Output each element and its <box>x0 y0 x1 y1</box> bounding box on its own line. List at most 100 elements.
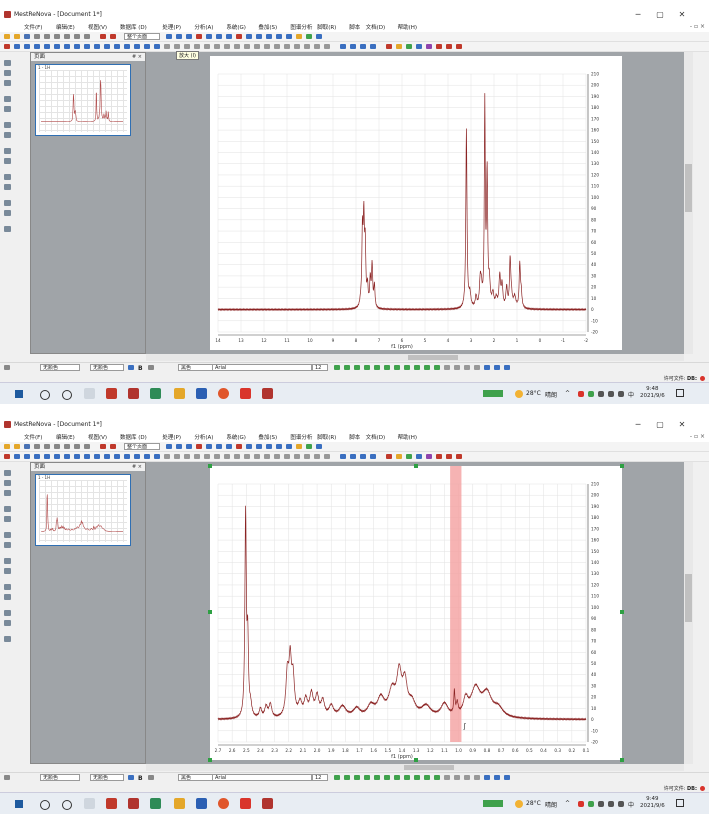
text-tool-icon[interactable] <box>34 44 40 49</box>
rectangle-tool-icon[interactable] <box>64 454 70 459</box>
lock-icon[interactable] <box>164 44 170 49</box>
grid-icon[interactable] <box>14 454 20 459</box>
undo-icon[interactable] <box>74 444 80 449</box>
ruler-tool-icon[interactable] <box>334 365 340 370</box>
image-tool-icon[interactable] <box>104 454 110 459</box>
save-icon[interactable] <box>24 444 30 449</box>
color-green-icon[interactable] <box>406 454 412 459</box>
verify-icon[interactable] <box>350 44 356 49</box>
view-icon[interactable] <box>504 365 510 370</box>
baseline-correct-icon[interactable] <box>4 132 11 138</box>
menu-item[interactable]: 分析(A) <box>194 433 213 441</box>
brush-icon[interactable] <box>4 610 11 616</box>
battery-tray-icon[interactable] <box>598 391 604 397</box>
word-icon[interactable] <box>196 388 207 399</box>
reference-icon[interactable] <box>246 444 252 449</box>
align-right-icon[interactable] <box>234 44 240 49</box>
menu-item[interactable]: 系统(G) <box>226 433 246 441</box>
menu-item[interactable]: 叠加(S) <box>258 433 277 441</box>
bring-front-icon[interactable] <box>194 44 200 49</box>
horizontal-scrollbar[interactable] <box>146 354 684 361</box>
menu-item[interactable]: 编辑(E) <box>56 433 75 441</box>
ring-icon[interactable] <box>374 775 380 780</box>
font-color-combo[interactable]: 黑色 <box>178 774 214 781</box>
table-view-icon[interactable] <box>4 80 11 86</box>
menu-item[interactable]: 叠加(S) <box>258 23 277 31</box>
page-setup-icon[interactable] <box>294 454 300 459</box>
marker-icon[interactable] <box>436 454 442 459</box>
ellipse-tool-icon[interactable] <box>74 454 80 459</box>
formula-tool-icon[interactable] <box>124 454 130 459</box>
zoom-combo[interactable]: 整个页面 <box>124 33 160 40</box>
peak-pick-icon[interactable] <box>196 34 202 39</box>
menu-item[interactable]: 脚取(R) <box>317 433 336 441</box>
bond-icon[interactable] <box>394 365 400 370</box>
arrange-tool-icon[interactable] <box>154 454 160 459</box>
menu-item[interactable]: 脚本 <box>349 23 360 31</box>
close-button[interactable]: ✕ <box>674 9 690 21</box>
menu-item[interactable]: 文档(D) <box>366 23 386 31</box>
phase-icon[interactable] <box>236 444 242 449</box>
table-tool-icon[interactable] <box>114 454 120 459</box>
brush-icon[interactable] <box>4 200 11 206</box>
assign-icon[interactable] <box>360 44 366 49</box>
copy-icon[interactable] <box>54 444 60 449</box>
settings-icon[interactable] <box>4 636 11 642</box>
mnova-taskbar-icon[interactable] <box>128 798 139 809</box>
atom-icon[interactable] <box>384 775 390 780</box>
fit-icon-2[interactable] <box>494 365 500 370</box>
pan-icon[interactable] <box>186 444 192 449</box>
system-clock[interactable]: 9:49 2021/9/6 <box>640 796 665 810</box>
mnova-taskbar-icon[interactable] <box>128 388 139 399</box>
windows-start-icon[interactable] <box>15 390 23 398</box>
color-orange-icon[interactable] <box>396 454 402 459</box>
highlight-icon[interactable] <box>446 454 452 459</box>
report-icon[interactable] <box>370 44 376 49</box>
charge-icon[interactable] <box>404 775 410 780</box>
peak-list-icon[interactable] <box>4 558 11 564</box>
integration-highlight[interactable] <box>450 466 462 742</box>
word-icon[interactable] <box>196 798 207 809</box>
vertical-scrollbar[interactable] <box>684 462 693 764</box>
ruler-icon[interactable] <box>304 454 310 459</box>
text-tool-icon[interactable] <box>34 454 40 459</box>
group-icon[interactable] <box>174 454 180 459</box>
ime-language[interactable]: 中 <box>628 390 634 399</box>
line-color-combo[interactable]: 无颜色 <box>90 364 124 371</box>
maximize-button[interactable]: ▢ <box>652 419 668 431</box>
color-red-icon[interactable] <box>386 454 392 459</box>
menu-item[interactable]: 编辑(E) <box>56 23 75 31</box>
menu-item[interactable]: 处理(P) <box>162 433 181 441</box>
peak-list-icon[interactable] <box>4 148 11 154</box>
menu-item[interactable]: 帮助(H) <box>398 433 417 441</box>
zy-app-icon[interactable] <box>106 388 117 399</box>
template-icon[interactable] <box>444 775 450 780</box>
pages-panel-close-button[interactable]: # × <box>132 53 142 61</box>
reference-icon[interactable] <box>246 34 252 39</box>
view-icon[interactable] <box>504 775 510 780</box>
spectrum-plot[interactable]: ʃ 21020019018017016015014013012011010090… <box>146 462 684 764</box>
fid-view-icon[interactable] <box>4 480 11 486</box>
paste-icon[interactable] <box>64 444 70 449</box>
fit-icon-2[interactable] <box>494 775 500 780</box>
connect-icon[interactable] <box>354 365 360 370</box>
pen-icon[interactable] <box>110 34 116 39</box>
spectrum-plot[interactable]: 2102001901801701601501401301201101009080… <box>146 52 684 354</box>
query-icon[interactable] <box>454 775 460 780</box>
snap-grid-icon[interactable] <box>344 365 350 370</box>
vertical-scroll-thumb[interactable] <box>685 574 692 622</box>
cursor-icon[interactable] <box>4 594 11 600</box>
assign-icon[interactable] <box>360 454 366 459</box>
chrome-icon[interactable] <box>218 798 229 809</box>
font-color-combo[interactable]: 黑色 <box>178 364 214 371</box>
page-thumbnail[interactable]: 1 - 1H <box>35 64 131 136</box>
ungroup-icon[interactable] <box>184 44 190 49</box>
redo-icon[interactable] <box>84 444 90 449</box>
atom-icon[interactable] <box>384 365 390 370</box>
italic-icon[interactable] <box>148 365 154 370</box>
selection-handle[interactable] <box>620 610 624 614</box>
label-icon[interactable] <box>296 34 302 39</box>
bring-front-icon[interactable] <box>194 454 200 459</box>
expand-icon[interactable] <box>484 365 490 370</box>
baseline-icon[interactable] <box>226 444 232 449</box>
